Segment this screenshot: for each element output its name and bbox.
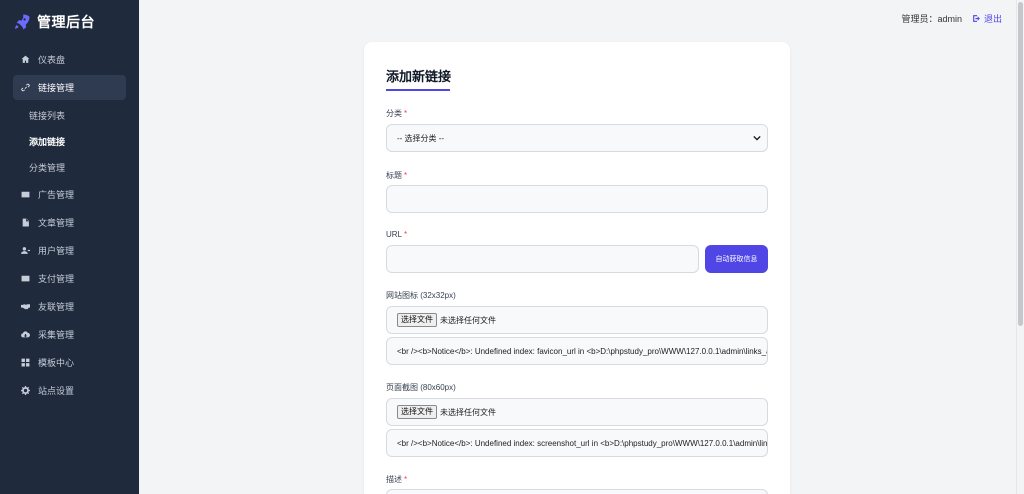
wallet-icon xyxy=(19,273,31,285)
rocket-icon xyxy=(14,14,30,30)
sidebar-nav: 仪表盘 链接管理 链接列表 添加链接 分类管理 广告管理 文章管理 用户管理 支… xyxy=(0,47,139,403)
ad-icon xyxy=(19,189,31,201)
sidebar-item-label: 链接管理 xyxy=(38,83,75,93)
favicon-choose-file-button[interactable]: 选择文件 xyxy=(397,313,437,327)
cloud-download-icon xyxy=(19,329,31,341)
required-mark: * xyxy=(404,171,408,180)
sidebar-subitem-categories[interactable]: 分类管理 xyxy=(0,155,139,181)
required-mark: * xyxy=(404,109,408,118)
logout-label: 退出 xyxy=(983,13,1002,24)
grid-icon xyxy=(19,357,31,369)
sidebar-item-label: 采集管理 xyxy=(38,330,75,340)
favicon-file-input[interactable]: 选择文件 未选择任何文件 xyxy=(386,306,768,334)
sidebar-item-ads[interactable]: 广告管理 xyxy=(13,182,126,207)
sidebar: 管理后台 仪表盘 链接管理 链接列表 添加链接 分类管理 广告管理 文章管理 用… xyxy=(0,0,139,494)
required-mark: * xyxy=(404,475,408,484)
sidebar-item-users[interactable]: 用户管理 xyxy=(13,238,126,263)
sidebar-item-label: 模板中心 xyxy=(38,358,75,368)
page-title: 添加新链接 xyxy=(386,69,452,84)
screenshot-url-input[interactable]: <br /><b>Notice</b>: Undefined index: sc… xyxy=(386,429,768,457)
description-label: 描述 * xyxy=(386,475,408,484)
admin-label: 管理员：admin xyxy=(901,13,962,24)
screenshot-label: 页面截图 (80x60px) xyxy=(386,383,456,392)
title-label: 标题 * xyxy=(386,171,408,180)
scrollbar-thumb[interactable] xyxy=(1018,2,1023,326)
handshake-icon xyxy=(19,301,31,313)
sidebar-item-settings[interactable]: 站点设置 xyxy=(13,378,126,403)
sidebar-item-label: 广告管理 xyxy=(38,190,75,200)
description-input[interactable] xyxy=(386,489,768,494)
logout-icon xyxy=(973,14,980,22)
brand-title: 管理后台 xyxy=(37,14,95,30)
favicon-file-status: 未选择任何文件 xyxy=(440,315,496,325)
sidebar-item-dashboard[interactable]: 仪表盘 xyxy=(13,47,126,72)
sidebar-item-label: 支付管理 xyxy=(38,274,75,284)
chevron-down-icon xyxy=(753,135,761,141)
sidebar-item-links[interactable]: 链接管理 xyxy=(13,75,126,100)
sidebar-item-collector[interactable]: 采集管理 xyxy=(13,322,126,347)
sidebar-item-articles[interactable]: 文章管理 xyxy=(13,210,126,235)
category-select[interactable]: -- 选择分类 -- xyxy=(386,124,768,152)
favicon-url-input[interactable]: <br /><b>Notice</b>: Undefined index: fa… xyxy=(386,337,768,365)
sidebar-item-label: 站点设置 xyxy=(38,386,75,396)
add-link-card: 添加新链接 分类 * -- 选择分类 -- 标题 * URL * 自动获取信息 网站图… xyxy=(364,42,790,494)
sidebar-item-label: 用户管理 xyxy=(38,246,75,256)
category-label: 分类 * xyxy=(386,109,408,118)
auto-fetch-button[interactable]: 自动获取信息 xyxy=(705,245,768,273)
gear-icon xyxy=(19,385,31,397)
screenshot-file-status: 未选择任何文件 xyxy=(440,407,496,417)
sidebar-item-label: 文章管理 xyxy=(38,218,75,228)
file-icon xyxy=(19,217,31,229)
sidebar-item-payments[interactable]: 支付管理 xyxy=(13,266,126,291)
topbar: 管理员：admin 退出 xyxy=(139,0,1024,36)
home-icon xyxy=(19,54,31,66)
sidebar-subitem-add-link[interactable]: 添加链接 xyxy=(0,129,139,155)
category-selected-value: -- 选择分类 -- xyxy=(397,133,445,143)
sidebar-item-templates[interactable]: 模板中心 xyxy=(13,350,126,375)
link-icon xyxy=(19,82,31,94)
url-label: URL * xyxy=(386,230,408,239)
sidebar-item-label: 仪表盘 xyxy=(38,55,66,65)
sidebar-item-label: 友联管理 xyxy=(38,302,75,312)
sidebar-subitem-link-list[interactable]: 链接列表 xyxy=(0,103,139,129)
favicon-label: 网站图标 (32x32px) xyxy=(386,291,456,300)
title-underline xyxy=(386,89,450,91)
required-mark: * xyxy=(404,230,408,239)
screenshot-choose-file-button[interactable]: 选择文件 xyxy=(397,405,437,419)
title-input[interactable] xyxy=(386,185,768,213)
page-scrollbar[interactable] xyxy=(1016,0,1024,494)
brand[interactable]: 管理后台 xyxy=(0,0,139,44)
users-icon xyxy=(19,245,31,257)
logout-link[interactable]: 退出 xyxy=(972,12,1002,25)
url-input[interactable] xyxy=(386,245,699,273)
screenshot-file-input[interactable]: 选择文件 未选择任何文件 xyxy=(386,398,768,426)
sidebar-item-friend-links[interactable]: 友联管理 xyxy=(13,294,126,319)
